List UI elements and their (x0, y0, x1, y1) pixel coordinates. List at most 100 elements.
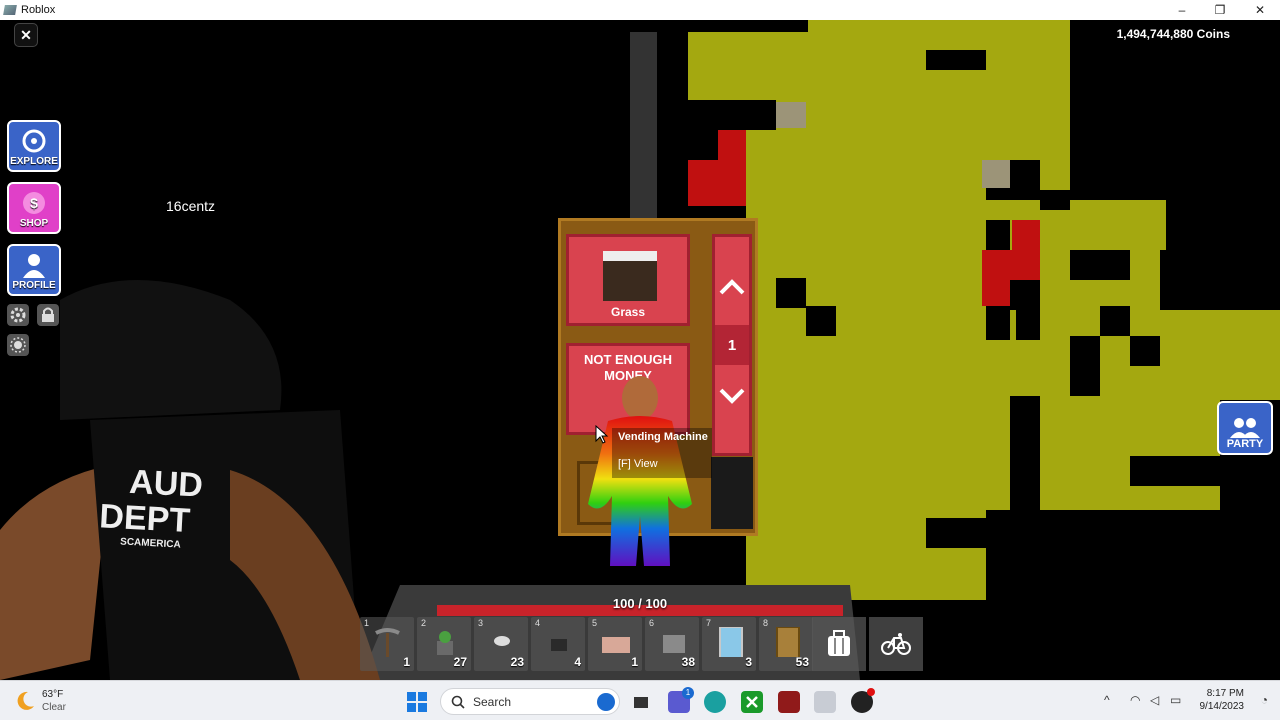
search-placeholder: Search (473, 694, 512, 709)
bing-icon[interactable] (597, 693, 615, 711)
explore-button[interactable]: EXPLORE (7, 120, 61, 172)
slot-count: 1 (631, 655, 638, 669)
slot-count: 4 (574, 655, 581, 669)
volume-icon[interactable]: ◁ (1150, 693, 1159, 707)
window-title: Roblox (21, 4, 56, 16)
restore-button[interactable]: ❐ (1200, 0, 1240, 20)
player-nametag: 16centz (166, 198, 216, 214)
plant-block-icon (437, 631, 453, 655)
quantity-value: 1 (715, 325, 749, 365)
game-viewport[interactable]: Grass NOT ENOUGH MONEY 1 Vending Machine… (0, 20, 1280, 680)
brightness-icon[interactable] (7, 334, 29, 356)
slot-count: 23 (510, 655, 524, 669)
chevron-up-icon[interactable] (715, 275, 749, 301)
vending-machine-icon (776, 627, 800, 657)
close-menu-button[interactable]: ✕ (14, 23, 38, 47)
hotbar-slot-4[interactable]: 4 4 (531, 617, 585, 671)
shirt-line1: AUD (128, 462, 204, 505)
group-icon (1230, 418, 1260, 438)
slot-number: 4 (535, 618, 541, 628)
xbox-icon[interactable] (741, 691, 763, 713)
clock[interactable]: 8:17 PM 9/14/2023 (1200, 687, 1245, 713)
slot-count: 1 (403, 655, 410, 669)
slot-number: 1 (364, 618, 370, 628)
cloud-block-icon (494, 636, 510, 646)
interaction-prompt[interactable]: Vending Machine [F] View (612, 428, 712, 478)
teams-chat-icon[interactable]: 1 (668, 687, 694, 713)
battery-icon[interactable]: ▭ (1170, 693, 1181, 707)
slot-number: 7 (706, 618, 712, 628)
shirt-line2: DEPT (98, 497, 192, 541)
pink-block-icon (602, 637, 630, 653)
coins-counter: 1,494,744,880 Coins (1116, 27, 1230, 41)
taskbar-search[interactable]: Search (440, 688, 620, 715)
coin-slot (711, 457, 753, 529)
game-app-icon[interactable] (778, 691, 800, 713)
minimize-button[interactable]: – (1162, 0, 1202, 20)
ice-machine-icon (719, 627, 743, 657)
slot-count: 3 (745, 655, 752, 669)
shop-button[interactable]: $ SHOP (7, 182, 61, 234)
shop-label: SHOP (19, 218, 49, 229)
svg-text:$: $ (30, 195, 38, 211)
slot-count: 27 (453, 655, 467, 669)
compass-icon (22, 129, 46, 153)
edge-browser-icon[interactable] (704, 691, 726, 713)
explore-label: EXPLORE (10, 156, 58, 167)
slot-number: 3 (478, 618, 484, 628)
tray-chevron-up-icon[interactable]: ^ (1104, 693, 1110, 707)
hotbar-slot-6[interactable]: 6 38 (645, 617, 699, 671)
party-label: PARTY (1226, 438, 1264, 450)
slot-number: 5 (592, 618, 598, 628)
pickaxe-icon (375, 628, 400, 657)
party-button[interactable]: PARTY (1217, 401, 1273, 455)
weather-widget[interactable]: 63°F Clear (42, 688, 66, 714)
task-view-icon[interactable] (630, 691, 652, 713)
windows-taskbar: 63°F Clear Search 1 ^ ◠ ◁ ▭ 8:17 PM 9/14… (0, 680, 1280, 720)
wifi-icon[interactable]: ◠ (1130, 693, 1140, 707)
slot-count: 38 (681, 655, 695, 669)
bicycle-icon (881, 633, 911, 655)
hotbar-slot-5[interactable]: 5 1 (588, 617, 642, 671)
backpack-icon (828, 630, 850, 656)
chevron-down-icon[interactable] (715, 387, 749, 410)
prompt-title: Vending Machine (618, 431, 708, 443)
profile-button[interactable]: PROFILE (7, 244, 61, 296)
recording-app-icon[interactable] (851, 688, 875, 713)
lock-icon[interactable] (37, 304, 59, 326)
search-icon (451, 695, 465, 709)
slot-number: 6 (649, 618, 655, 628)
dollar-icon: $ (23, 192, 45, 214)
stone-block-icon (663, 635, 685, 653)
clock-time: 8:17 PM (1206, 688, 1244, 699)
close-window-button[interactable]: ✕ (1240, 0, 1280, 20)
item-name: Grass (610, 305, 646, 319)
slot-count: 53 (795, 655, 809, 669)
clock-date: 9/14/2023 (1199, 701, 1245, 712)
hotbar-slot-7[interactable]: 7 3 (702, 617, 756, 671)
hotbar-slot-3[interactable]: 3 23 (474, 617, 528, 671)
dark-block-icon (551, 639, 567, 651)
quantity-selector: 1 (712, 234, 752, 456)
bicycle-button[interactable] (869, 617, 923, 671)
health-text: 100 / 100 (612, 596, 668, 611)
item-display-panel: Grass (566, 234, 690, 326)
slot-number: 2 (421, 618, 427, 628)
shirt-print: AUD DEPT SCAMERICA (98, 462, 204, 553)
notification-badge: 1 (682, 687, 694, 699)
hotbar-slot-1[interactable]: 1 1 (360, 617, 414, 671)
hotbar-slot-8[interactable]: 8 53 (759, 617, 813, 671)
backpack-button[interactable] (812, 617, 866, 671)
profile-label: PROFILE (12, 280, 56, 291)
weather-temp: 63°F (42, 689, 64, 700)
windows-start-icon[interactable] (406, 691, 428, 713)
settings-gear-icon[interactable] (7, 304, 29, 326)
person-icon (23, 254, 45, 278)
prompt-action[interactable]: [F] View (618, 458, 658, 470)
window-titlebar: Roblox – ❐ ✕ (0, 0, 1280, 20)
hotbar-slot-2[interactable]: 2 27 (417, 617, 471, 671)
roblox-taskbar-icon[interactable] (814, 691, 836, 713)
weather-moon-icon (17, 691, 34, 710)
slot-number: 8 (763, 618, 769, 628)
notification-bell-icon[interactable]: ◔ (1261, 693, 1268, 707)
